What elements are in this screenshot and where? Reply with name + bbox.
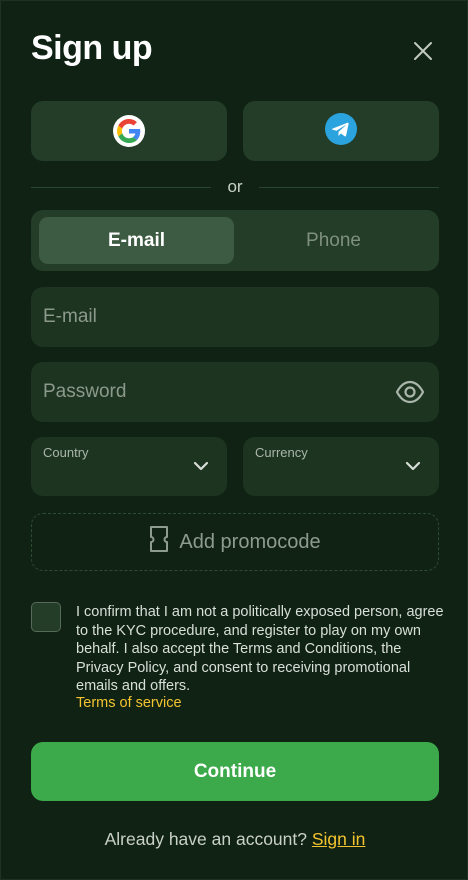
google-signup-button[interactable] bbox=[31, 101, 227, 161]
signin-prompt: Already have an account? bbox=[104, 829, 312, 849]
page-title: Sign up bbox=[31, 29, 153, 67]
password-field[interactable] bbox=[43, 381, 427, 403]
google-icon bbox=[113, 115, 145, 147]
signup-method-tabs: E-mail Phone bbox=[31, 210, 439, 271]
email-field[interactable] bbox=[43, 306, 427, 328]
divider-right bbox=[259, 187, 439, 188]
signup-modal: Sign up or E-mail Phone E-mail Country C… bbox=[0, 0, 468, 880]
currency-select[interactable]: Currency bbox=[243, 437, 439, 496]
tab-email[interactable]: E-mail bbox=[39, 217, 234, 264]
consent-checkbox[interactable] bbox=[31, 602, 61, 632]
close-icon[interactable] bbox=[411, 39, 435, 63]
telegram-signup-button[interactable] bbox=[243, 101, 439, 161]
continue-button[interactable]: Continue bbox=[31, 742, 439, 801]
chevron-down-icon bbox=[405, 459, 421, 473]
password-field-container bbox=[31, 362, 439, 422]
country-select[interactable]: Country bbox=[31, 437, 227, 496]
signin-link[interactable]: Sign in bbox=[312, 829, 366, 849]
promocode-label: Add promocode bbox=[179, 530, 321, 553]
coupon-icon bbox=[149, 525, 169, 559]
email-field-container bbox=[31, 287, 439, 347]
add-promocode-button[interactable]: Add promocode bbox=[31, 513, 439, 571]
country-label: Country bbox=[43, 445, 89, 460]
eye-icon[interactable] bbox=[395, 378, 425, 406]
footer: Already have an account? Sign in bbox=[1, 829, 468, 850]
currency-label: Currency bbox=[255, 445, 308, 460]
consent-text: I confirm that I am not a politically ex… bbox=[76, 604, 444, 694]
divider-left bbox=[31, 187, 211, 188]
chevron-down-icon bbox=[193, 459, 209, 473]
telegram-icon bbox=[325, 112, 357, 150]
terms-of-service-link[interactable]: Terms of service bbox=[76, 695, 182, 711]
or-divider-text: or bbox=[227, 177, 243, 196]
tab-phone[interactable]: Phone bbox=[236, 217, 431, 264]
